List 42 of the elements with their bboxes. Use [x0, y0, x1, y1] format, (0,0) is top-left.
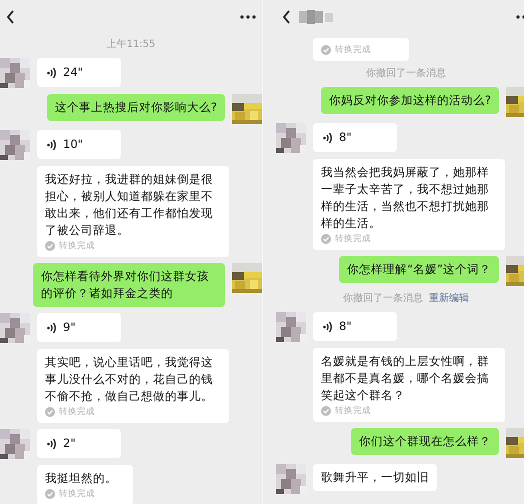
voice-icon — [47, 438, 57, 450]
conversion-status: 转换完成 — [59, 406, 95, 418]
message-bubble: 你怎样看待外界对你们这群女孩的评价？诸如拜金之类的 — [33, 263, 225, 307]
recall-notice: 你撤回了一条消息 — [366, 67, 446, 81]
voice-message[interactable]: 8" — [313, 123, 397, 152]
voice-message[interactable]: 24" — [37, 58, 121, 87]
voice-icon — [323, 132, 333, 144]
message-bubble: 你妈反对你参加这样的活动么? — [320, 87, 499, 114]
recall-notice: 你撤回了一条消息 — [343, 292, 423, 306]
voice-message[interactable]: 8" — [313, 312, 397, 341]
conversion-status: 转换完成 — [335, 233, 371, 245]
voice-message[interactable]: 2" — [37, 429, 121, 458]
voice-message[interactable]: 9" — [37, 313, 121, 342]
timestamp: 上午11:55 — [106, 38, 156, 52]
transcript-text: 我当然会把我妈屏蔽了，她那样一辈子太辛苦了，我不想过她那样的生活，当然也不想打扰她那样的生活。 — [321, 164, 490, 232]
conversion-status: 转换完成 — [59, 240, 95, 252]
check-icon — [45, 407, 55, 417]
transcript-text: 其实吧，说心里话吧，我觉得这事儿没什么不对的，花自己的钱不偷不抢，做自己想做的事儿。 — [45, 354, 214, 405]
message-bubble: 你怎样理解“名媛”这个词？ — [339, 256, 499, 283]
check-icon — [321, 406, 331, 416]
check-icon — [45, 489, 55, 499]
back-icon[interactable] — [282, 10, 291, 24]
transcript-text: 我挺坦然的。 — [45, 470, 118, 487]
conversion-status: 转换完成 — [335, 44, 371, 56]
conversion-status: 转换完成 — [59, 488, 95, 500]
voice-icon — [47, 322, 57, 334]
voice-icon — [323, 320, 333, 332]
conversion-status: 转换完成 — [335, 405, 371, 417]
voice-message[interactable]: 10" — [37, 130, 121, 159]
back-icon[interactable] — [6, 10, 15, 24]
re-edit-link[interactable]: 重新编辑 — [429, 292, 469, 306]
more-icon[interactable] — [240, 15, 256, 19]
check-icon — [321, 234, 331, 244]
transcript-text: 我还好拉，我进群的姐妹倒是很担心，被别人知道都躲在家里不敢出来，他们还有工作都怕发现了被公司辞退。 — [45, 171, 214, 239]
voice-icon — [47, 66, 57, 78]
transcript-text: 名媛就是有钱的上层女性啊，群里都不是真名媛，哪个名媛会搞笑起这个群名？ — [321, 353, 490, 404]
message-bubble: 这个事上热搜后对你影响大么? — [46, 94, 225, 121]
message-bubble: 你们这个群现在怎么样？ — [351, 428, 499, 455]
message-bubble: 歌舞升平，一切如旧 — [313, 464, 437, 491]
voice-icon — [47, 138, 57, 150]
check-icon — [45, 241, 55, 251]
check-icon — [321, 45, 331, 55]
